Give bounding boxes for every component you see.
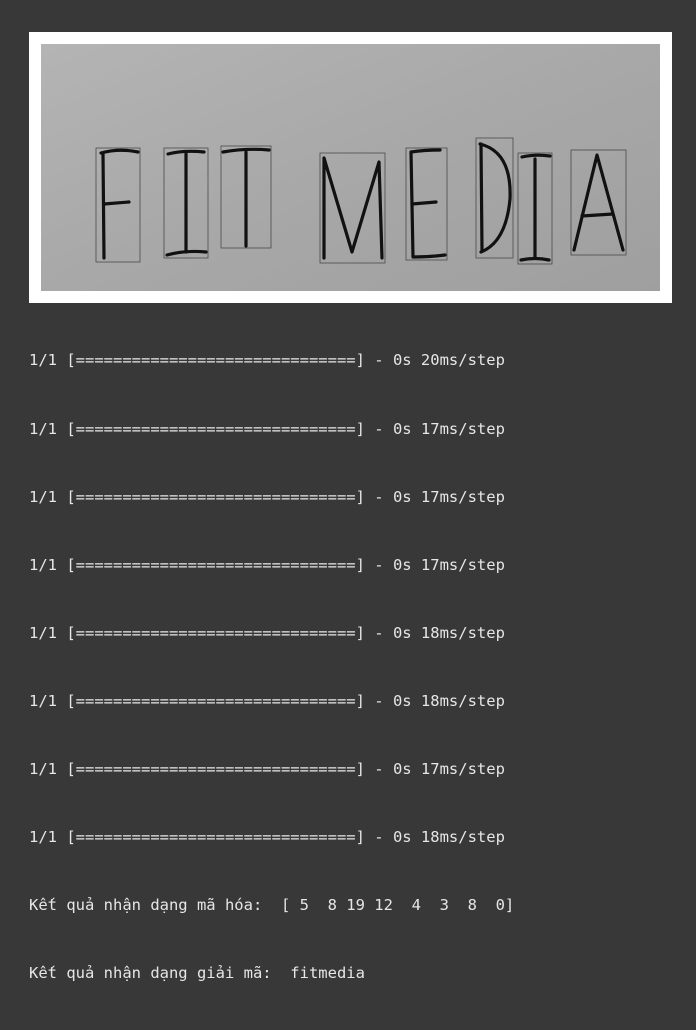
decoded-result-line: Kết quả nhận dạng giải mã: fitmedia — [29, 964, 365, 983]
progress-line: 1/1 [==============================] - 0… — [29, 555, 505, 574]
progress-line: 1/1 [==============================] - 0… — [29, 419, 505, 438]
progress-line: 1/1 [==============================] - 0… — [29, 691, 505, 710]
encoded-result-line: Kết quả nhận dạng mã hóa: [ 5 8 19 12 4 … — [29, 896, 515, 915]
console-output: 1/1 [==============================] - 0… — [29, 304, 689, 1030]
progress-line: 1/1 [==============================] - 0… — [29, 828, 505, 847]
handwriting-photo — [41, 44, 660, 291]
progress-line: 1/1 [==============================] - 0… — [29, 623, 505, 642]
recognition-image-frame — [29, 32, 672, 303]
progress-line: 1/1 [==============================] - 0… — [29, 759, 505, 778]
notebook-output-panel: 1/1 [==============================] - 0… — [0, 0, 696, 982]
progress-line: 1/1 [==============================] - 0… — [29, 351, 505, 370]
progress-line: 1/1 [==============================] - 0… — [29, 487, 505, 506]
paper-background — [41, 44, 660, 291]
